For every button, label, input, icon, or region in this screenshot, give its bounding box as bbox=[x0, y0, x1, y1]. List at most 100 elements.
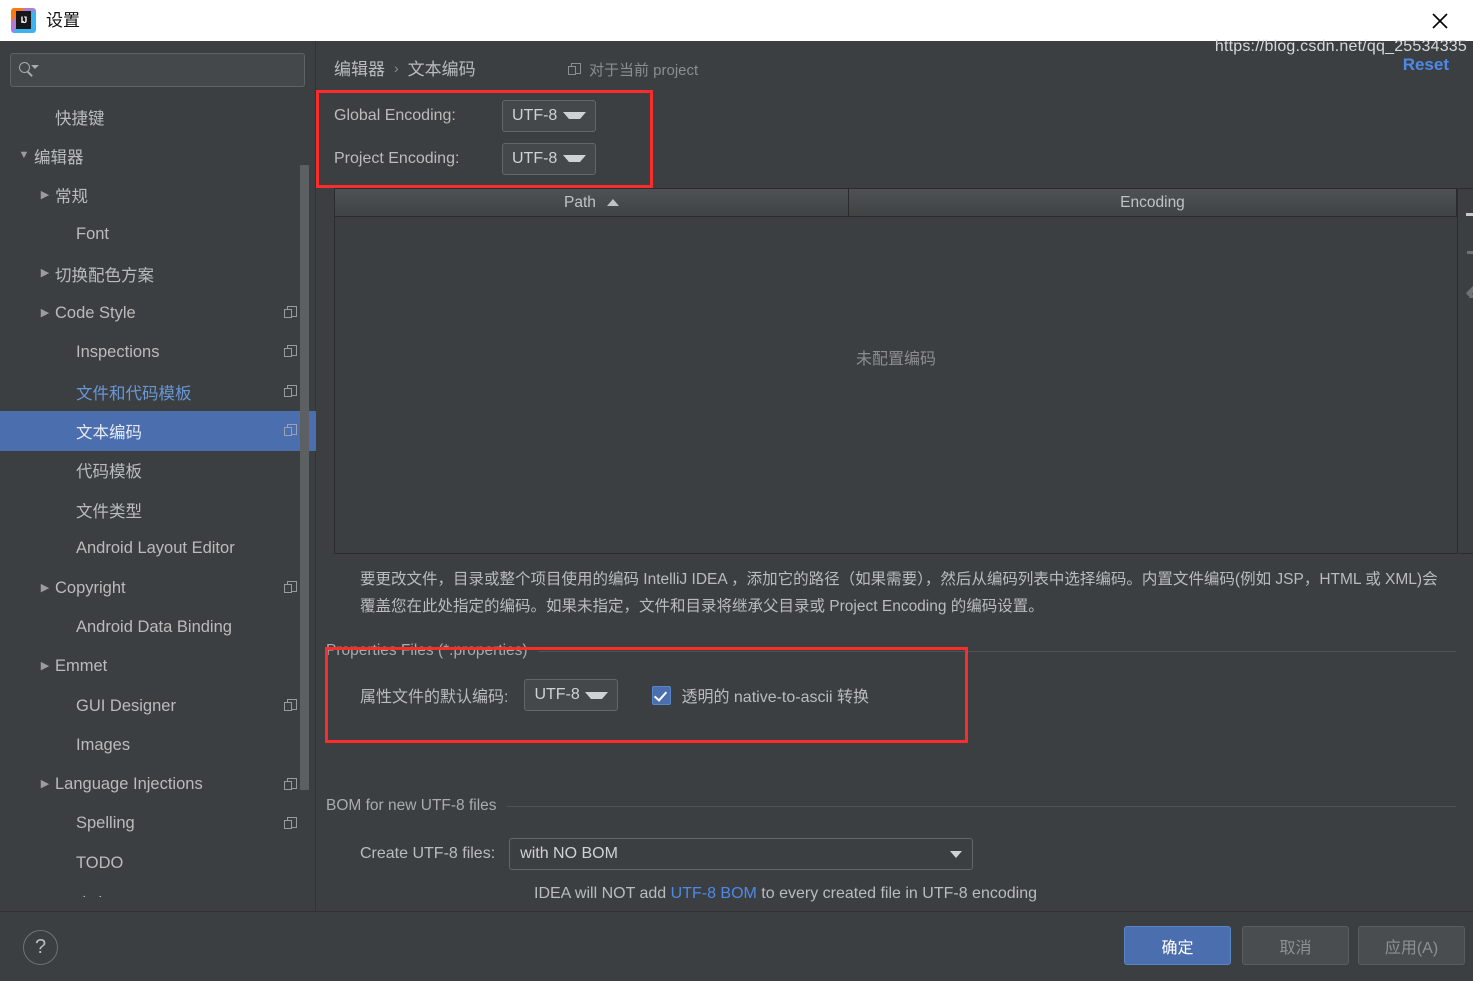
encoding-row: Global Encoding: UTF-8 bbox=[334, 94, 596, 137]
sidebar-item-label: Inspections bbox=[76, 342, 160, 361]
properties-encoding-label: 属性文件的默认编码: bbox=[360, 689, 509, 706]
sidebar-item[interactable]: 文本编码 bbox=[0, 411, 316, 451]
sidebar-item[interactable]: ▶ 切换配色方案 bbox=[0, 254, 316, 293]
title-bar: IJ 设置 bbox=[0, 0, 1473, 41]
chevron-right-icon[interactable]: ▶ bbox=[35, 779, 55, 790]
table-toolbar bbox=[1459, 188, 1473, 554]
sidebar-item[interactable]: ▼ 编辑器 bbox=[0, 136, 316, 175]
watermark-url: https://blog.csdn.net/qq_25534335 bbox=[1214, 38, 1467, 55]
copy-settings-icon bbox=[284, 699, 298, 713]
breadcrumb-parent[interactable]: 编辑器 bbox=[334, 55, 385, 80]
native-to-ascii-checkbox[interactable]: 透明的 native-to-ascii 转换 bbox=[652, 683, 869, 707]
sidebar-item-label: 代码模板 bbox=[76, 463, 142, 482]
sidebar-item[interactable]: GUI Designer bbox=[0, 686, 316, 725]
settings-sidebar: 快捷键 ▼ 编辑器 ▶ 常规 Font ▶ 切换配色方案 ▶ Code Style Inspecti… bbox=[0, 41, 316, 911]
search-field-wrapper bbox=[10, 53, 305, 87]
search-input[interactable] bbox=[42, 62, 304, 78]
check-icon bbox=[654, 687, 668, 702]
sidebar-item[interactable]: 代码模板 bbox=[0, 451, 316, 490]
sidebar-item[interactable]: Font bbox=[0, 215, 316, 254]
sidebar-item[interactable]: ▶ Language Injections bbox=[0, 765, 316, 804]
scope-note: 对于当前 project bbox=[568, 59, 698, 80]
sidebar-item[interactable]: ▶ Emmet bbox=[0, 647, 316, 686]
cancel-button[interactable]: 取消 bbox=[1242, 926, 1349, 965]
chevron-down-icon bbox=[585, 691, 609, 699]
chevron-right-icon[interactable]: ▶ bbox=[35, 661, 55, 672]
sidebar-item-label: Copyright bbox=[55, 578, 126, 597]
close-icon[interactable] bbox=[1417, 0, 1463, 41]
sidebar-item[interactable]: TODO bbox=[0, 844, 316, 883]
sidebar-item-label: 意向 bbox=[76, 891, 109, 897]
sidebar-item-label: Android Layout Editor bbox=[76, 539, 235, 558]
sidebar-item-label: 快捷键 bbox=[55, 109, 105, 128]
sidebar-item[interactable]: Spelling bbox=[0, 804, 316, 843]
native-to-ascii-label: 透明的 native-to-ascii 转换 bbox=[681, 689, 870, 706]
sidebar-item[interactable]: Images bbox=[0, 726, 316, 765]
chevron-down-icon[interactable]: ▼ bbox=[14, 150, 34, 161]
search-icon bbox=[19, 61, 39, 79]
search-box[interactable] bbox=[10, 53, 305, 87]
column-header-encoding[interactable]: Encoding bbox=[849, 189, 1457, 217]
sidebar-item[interactable]: Inspections bbox=[0, 333, 316, 372]
ok-button[interactable]: 确定 bbox=[1124, 926, 1231, 965]
bom-note-suffix: to every created file in UTF-8 encoding bbox=[756, 885, 1037, 902]
copy-settings-icon bbox=[284, 581, 298, 595]
encoding-dropdown[interactable]: UTF-8 bbox=[502, 142, 596, 175]
window-title: 设置 bbox=[46, 11, 80, 30]
column-header-path-label: Path bbox=[564, 193, 596, 211]
encoding-dropdown[interactable]: UTF-8 bbox=[502, 99, 596, 132]
minus-icon bbox=[1466, 250, 1473, 254]
sidebar-item-label: GUI Designer bbox=[76, 696, 176, 715]
properties-files-group: Properties Files (*.properties) 属性文件的默认编… bbox=[326, 641, 1456, 711]
settings-tree[interactable]: 快捷键 ▼ 编辑器 ▶ 常规 Font ▶ 切换配色方案 ▶ Code Style Inspecti… bbox=[0, 97, 316, 897]
sidebar-item[interactable]: 文件类型 bbox=[0, 490, 316, 529]
sidebar-item[interactable]: ▶ Copyright bbox=[0, 569, 316, 608]
sidebar-item[interactable]: ▶ 常规 bbox=[0, 176, 316, 215]
properties-group-header: Properties Files (*.properties) bbox=[326, 641, 1456, 661]
sidebar-item-label: Images bbox=[76, 735, 131, 754]
utf8-bom-link[interactable]: UTF-8 BOM bbox=[671, 885, 757, 902]
sidebar-item-label: Spelling bbox=[76, 814, 135, 833]
breadcrumb-current: 文本编码 bbox=[407, 60, 476, 79]
properties-encoding-dropdown[interactable]: UTF-8 bbox=[524, 679, 619, 711]
sidebar-item[interactable]: Android Data Binding bbox=[0, 608, 316, 647]
column-header-path[interactable]: Path bbox=[335, 189, 849, 217]
help-button[interactable]: ? bbox=[23, 930, 58, 965]
add-encoding-button[interactable] bbox=[1459, 195, 1473, 233]
sort-ascending-icon bbox=[606, 199, 619, 206]
sidebar-scrollbar[interactable] bbox=[300, 165, 309, 790]
sidebar-item[interactable]: 快捷键 bbox=[0, 97, 316, 136]
breadcrumb-separator-icon: › bbox=[394, 59, 399, 76]
bom-group-header: BOM for new UTF-8 files bbox=[326, 796, 1456, 816]
bom-group: BOM for new UTF-8 files Create UTF-8 fil… bbox=[326, 796, 1456, 903]
copy-settings-icon bbox=[284, 306, 298, 320]
apply-button[interactable]: 应用(A) bbox=[1358, 926, 1465, 965]
plus-icon bbox=[1466, 206, 1473, 223]
sidebar-item-label: 切换配色方案 bbox=[55, 266, 154, 285]
chevron-right-icon[interactable]: ▶ bbox=[35, 268, 55, 279]
table-body[interactable]: 未配置编码 bbox=[335, 217, 1457, 553]
sidebar-item[interactable]: 意向 bbox=[0, 883, 316, 897]
logo-mark-label: IJ bbox=[16, 11, 31, 29]
encoding-row: Project Encoding: UTF-8 bbox=[334, 137, 596, 180]
edit-encoding-button[interactable] bbox=[1459, 271, 1473, 309]
breadcrumb: 编辑器 › 文本编码 bbox=[334, 55, 476, 80]
create-utf8-dropdown[interactable]: with NO BOM bbox=[509, 838, 974, 870]
chevron-right-icon[interactable]: ▶ bbox=[35, 189, 55, 201]
sidebar-item[interactable]: 文件和代码模板 bbox=[0, 372, 316, 411]
chevron-right-icon[interactable]: ▶ bbox=[35, 307, 55, 319]
remove-encoding-button[interactable] bbox=[1459, 233, 1473, 271]
intellij-logo-icon: IJ bbox=[11, 8, 36, 33]
reset-link[interactable]: Reset bbox=[1403, 55, 1449, 75]
bom-note-prefix: IDEA will NOT add bbox=[534, 885, 671, 902]
sidebar-item[interactable]: Android Layout Editor bbox=[0, 529, 316, 568]
scope-note-label: 对于当前 project bbox=[589, 62, 699, 79]
encoding-description: 要更改文件，目录或整个项目使用的编码 IntelliJ IDEA ，添加它的路径… bbox=[360, 571, 1438, 615]
copy-scope-icon bbox=[568, 62, 582, 77]
create-utf8-row: Create UTF-8 files: with NO BOM bbox=[326, 838, 1456, 870]
sidebar-item[interactable]: ▶ Code Style bbox=[0, 293, 316, 332]
chevron-right-icon[interactable]: ▶ bbox=[35, 582, 55, 594]
sidebar-item-label: Font bbox=[76, 225, 110, 244]
checkbox-box bbox=[652, 685, 672, 705]
sidebar-item-label: Code Style bbox=[55, 303, 136, 322]
